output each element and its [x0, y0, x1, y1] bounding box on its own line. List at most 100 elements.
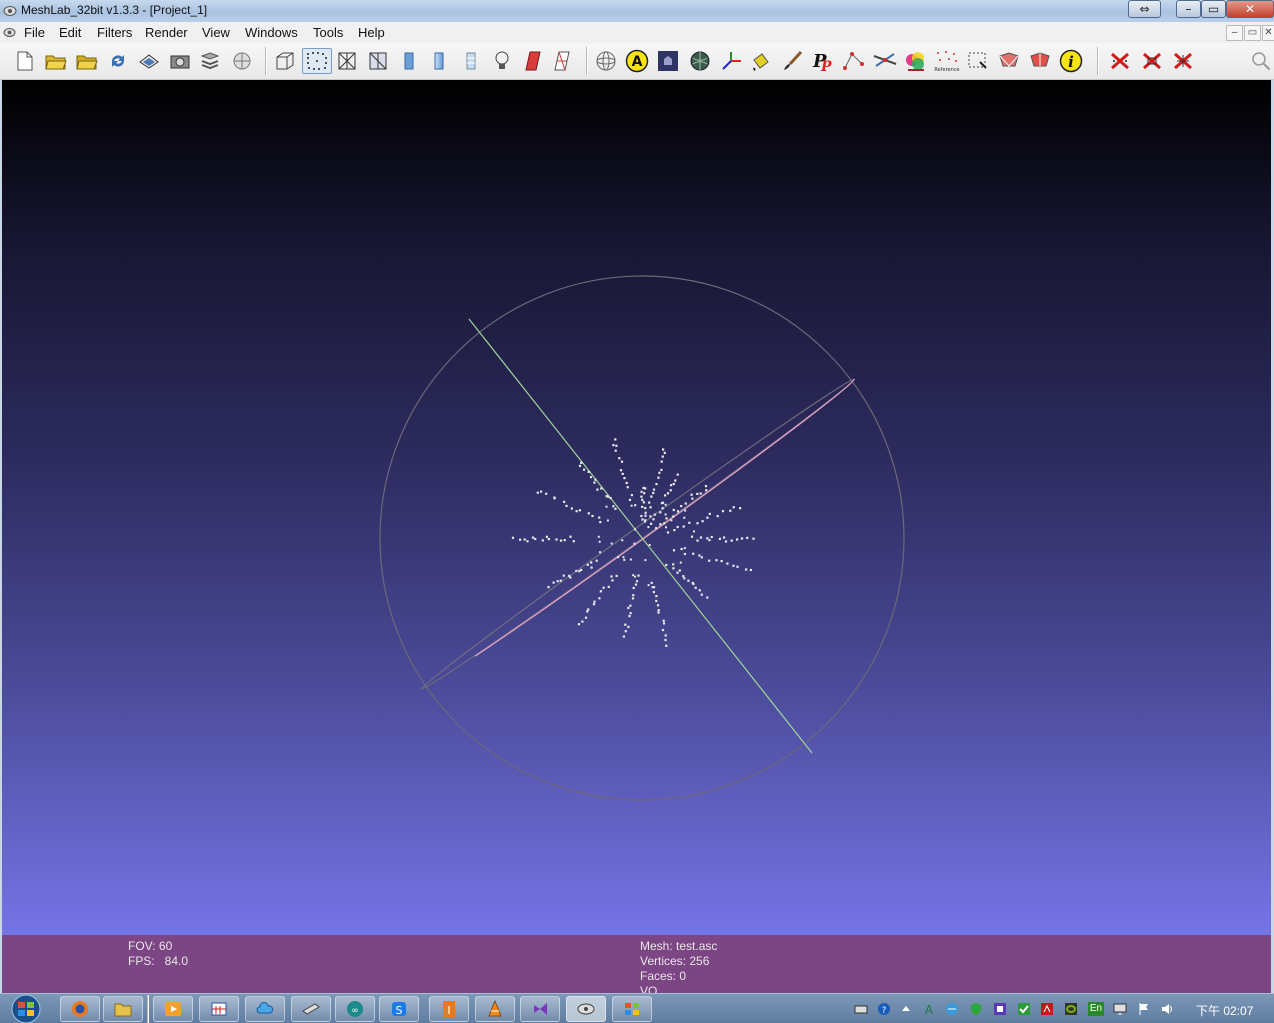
- mdi-close-button[interactable]: ✕: [1262, 25, 1274, 41]
- snapshot-icon[interactable]: [167, 48, 193, 74]
- visual-studio-icon[interactable]: [520, 996, 560, 1022]
- trackball-icon[interactable]: [593, 48, 619, 74]
- skype-icon[interactable]: S: [379, 996, 419, 1022]
- acrobat-icon[interactable]: [1040, 1002, 1054, 1016]
- export-icon[interactable]: [136, 48, 162, 74]
- wireframe-icon[interactable]: [334, 48, 360, 74]
- mesh-point: [597, 535, 600, 538]
- select-region-icon[interactable]: [965, 48, 991, 74]
- check-icon[interactable]: [1017, 1002, 1031, 1016]
- reference-icon[interactable]: Reference: [934, 48, 960, 74]
- maximize-button[interactable]: ▭: [1201, 0, 1226, 18]
- sphere-icon[interactable]: [687, 48, 713, 74]
- svg-text:S: S: [396, 1004, 403, 1017]
- scene-canvas[interactable]: [2, 80, 1271, 935]
- mdi-minimize-button[interactable]: –: [1226, 25, 1243, 41]
- new-project-icon[interactable]: [12, 48, 38, 74]
- meshlab-app-icon[interactable]: [3, 4, 17, 18]
- delete-faces-icon[interactable]: [1139, 48, 1165, 74]
- selected-faces-icon[interactable]: [549, 48, 575, 74]
- volume-icon[interactable]: [1160, 1002, 1174, 1016]
- annotation-icon[interactable]: A: [624, 48, 650, 74]
- flat-icon[interactable]: [396, 48, 422, 74]
- open-mesh-icon[interactable]: [74, 48, 100, 74]
- mesh-point: [598, 540, 601, 543]
- mesh-point: [730, 539, 733, 542]
- flag-icon[interactable]: [1137, 1002, 1151, 1016]
- arrow-icon[interactable]: [899, 1002, 913, 1016]
- hiddenlines-icon[interactable]: [365, 48, 391, 74]
- menu-view[interactable]: View: [202, 25, 230, 40]
- select-faces-icon[interactable]: [996, 48, 1022, 74]
- keyboard-icon[interactable]: [854, 1002, 868, 1016]
- menu-help[interactable]: Help: [358, 25, 385, 40]
- arduino-icon[interactable]: ∞: [335, 996, 375, 1022]
- measure-icon[interactable]: [872, 48, 898, 74]
- paint-bucket-icon[interactable]: [748, 48, 774, 74]
- meshlab-icon[interactable]: [566, 996, 606, 1022]
- bbox-icon[interactable]: [272, 48, 298, 74]
- menu-windows[interactable]: Windows: [245, 25, 298, 40]
- resize-button[interactable]: ⇔: [1128, 0, 1161, 18]
- light-icon[interactable]: [489, 48, 515, 74]
- mesh-point: [552, 581, 555, 584]
- delete-all-icon[interactable]: [1170, 48, 1196, 74]
- menu-file[interactable]: File: [24, 25, 45, 40]
- axis-icon[interactable]: [718, 48, 744, 74]
- menu-filters[interactable]: Filters: [97, 25, 132, 40]
- explorer-icon[interactable]: [103, 996, 143, 1022]
- delete-vertices-icon[interactable]: [1107, 48, 1133, 74]
- raster-icon[interactable]: [229, 48, 255, 74]
- vlc-icon[interactable]: [475, 996, 515, 1022]
- select-vertex-icon[interactable]: [841, 48, 867, 74]
- mesh-point: [545, 492, 548, 495]
- mesh-point: [614, 438, 617, 441]
- backface-icon[interactable]: [519, 48, 545, 74]
- mdi-restore-button[interactable]: ▭: [1244, 25, 1261, 41]
- windows-icon[interactable]: [612, 996, 652, 1022]
- clock[interactable]: 下午 02:07: [1196, 1002, 1253, 1019]
- trackball-ring-pink: [421, 378, 855, 690]
- firefox-icon[interactable]: [60, 996, 100, 1022]
- editor-icon[interactable]: I: [429, 996, 469, 1022]
- texture-icon[interactable]: [458, 48, 484, 74]
- calendar-icon[interactable]: [199, 996, 239, 1022]
- menu-tools[interactable]: Tools: [313, 25, 343, 40]
- mesh-point: [618, 457, 621, 460]
- 3d-viewport[interactable]: [2, 80, 1271, 935]
- select-connected-icon[interactable]: [1027, 48, 1053, 74]
- start-button[interactable]: [6, 994, 46, 1023]
- mesh-point: [641, 505, 644, 508]
- pp-icon[interactable]: PP: [810, 48, 836, 74]
- menu-render[interactable]: Render: [145, 25, 188, 40]
- mesh-point: [598, 597, 601, 600]
- mesh-point: [635, 580, 639, 583]
- search-icon[interactable]: [1248, 48, 1274, 74]
- reload-icon[interactable]: [105, 48, 131, 74]
- open-project-icon[interactable]: [43, 48, 69, 74]
- document-icon[interactable]: [3, 26, 16, 39]
- points-icon[interactable]: [302, 48, 332, 74]
- help-icon[interactable]: ?: [877, 1002, 891, 1016]
- minimize-button[interactable]: –: [1176, 0, 1201, 18]
- close-button[interactable]: ✕: [1226, 0, 1274, 18]
- menu-edit[interactable]: Edit: [59, 25, 81, 40]
- font-icon[interactable]: A: [922, 1002, 936, 1016]
- cloud-icon[interactable]: [245, 996, 285, 1022]
- mesh-point: [682, 525, 685, 528]
- mesh-point: [658, 471, 661, 474]
- smooth-icon[interactable]: [426, 48, 452, 74]
- network-icon[interactable]: [945, 1002, 959, 1016]
- color-paint-icon[interactable]: [903, 48, 929, 74]
- scanner-icon[interactable]: [291, 996, 331, 1022]
- monitor-icon[interactable]: [1113, 1002, 1127, 1016]
- lang-icon[interactable]: En: [1088, 1002, 1104, 1016]
- app-icon[interactable]: [993, 1002, 1007, 1016]
- info-icon[interactable]: i: [1058, 48, 1084, 74]
- media-player-icon[interactable]: [153, 996, 193, 1022]
- image-icon[interactable]: [655, 48, 681, 74]
- nvidia-icon[interactable]: [1064, 1002, 1078, 1016]
- layers-icon[interactable]: [197, 48, 223, 74]
- brush-icon[interactable]: [779, 48, 805, 74]
- shield-icon[interactable]: [969, 1002, 983, 1016]
